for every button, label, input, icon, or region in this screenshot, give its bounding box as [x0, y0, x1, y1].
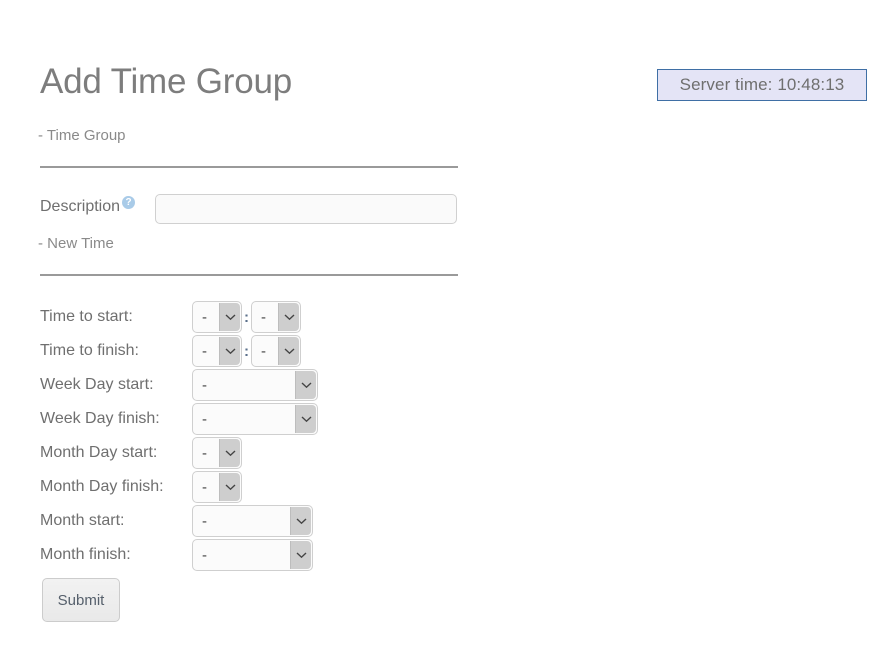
label-month-start: Month start:: [40, 512, 125, 529]
select-value: -: [202, 546, 207, 564]
form-row-time-to-finish: Time to finish: - : -: [40, 334, 318, 368]
select-value: -: [202, 342, 207, 360]
form-row-week-day-start: Week Day start: -: [40, 368, 318, 402]
select-month-day-start[interactable]: -: [192, 437, 242, 469]
label-week-day-finish: Week Day finish:: [40, 410, 160, 427]
select-month-day-finish[interactable]: -: [192, 471, 242, 503]
help-question-icon[interactable]: ?: [122, 196, 136, 209]
select-value: -: [202, 410, 207, 428]
select-week-day-start[interactable]: -: [192, 369, 318, 401]
select-value: -: [202, 444, 207, 462]
time-separator: :: [244, 308, 249, 326]
chevron-down-icon[interactable]: [219, 439, 240, 467]
label-month-finish: Month finish:: [40, 546, 131, 563]
select-month-finish[interactable]: -: [192, 539, 313, 571]
select-value: -: [261, 308, 266, 326]
month-start-controls: -: [192, 505, 313, 537]
month-day-start-controls: -: [192, 437, 242, 469]
server-time-badge: Server time: 10:48:13: [657, 69, 867, 101]
section-label-time-group: - Time Group: [38, 127, 126, 144]
chevron-down-icon[interactable]: [290, 541, 311, 569]
select-value: -: [202, 512, 207, 530]
time-to-finish-controls: - : -: [192, 335, 301, 367]
description-label: Description: [40, 198, 121, 215]
month-finish-controls: -: [192, 539, 313, 571]
form-row-month-start: Month start: -: [40, 504, 318, 538]
label-month-day-finish: Month Day finish:: [40, 478, 164, 495]
chevron-down-icon[interactable]: [295, 371, 316, 399]
time-separator: :: [244, 342, 249, 360]
form-row-month-finish: Month finish: -: [40, 538, 318, 572]
chevron-down-icon[interactable]: [290, 507, 311, 535]
week-day-start-controls: -: [192, 369, 318, 401]
select-week-day-finish[interactable]: -: [192, 403, 318, 435]
select-value: -: [202, 308, 207, 326]
section-divider-2: [40, 274, 458, 276]
select-time-to-finish-minute[interactable]: -: [251, 335, 301, 367]
select-value: -: [202, 376, 207, 394]
submit-button[interactable]: Submit: [42, 578, 120, 622]
form-row-month-day-finish: Month Day finish: -: [40, 470, 318, 504]
chevron-down-icon[interactable]: [278, 303, 299, 331]
month-day-finish-controls: -: [192, 471, 242, 503]
chevron-down-icon[interactable]: [278, 337, 299, 365]
chevron-down-icon[interactable]: [219, 303, 240, 331]
select-time-to-start-minute[interactable]: -: [251, 301, 301, 333]
chevron-down-icon[interactable]: [219, 473, 240, 501]
label-time-to-start: Time to start:: [40, 308, 133, 325]
time-to-start-controls: - : -: [192, 301, 301, 333]
section-divider-1: [40, 166, 458, 168]
form-row-week-day-finish: Week Day finish: -: [40, 402, 318, 436]
label-month-day-start: Month Day start:: [40, 444, 158, 461]
description-input[interactable]: [155, 194, 457, 224]
label-time-to-finish: Time to finish:: [40, 342, 139, 359]
select-month-start[interactable]: -: [192, 505, 313, 537]
form-row-time-to-start: Time to start: - : -: [40, 300, 318, 334]
time-group-form: Time to start: - : - Time to finish: -:…: [40, 300, 318, 572]
select-time-to-start-hour[interactable]: -: [192, 301, 242, 333]
week-day-finish-controls: -: [192, 403, 318, 435]
select-value: -: [202, 478, 207, 496]
form-row-month-day-start: Month Day start: -: [40, 436, 318, 470]
description-row: Description?: [40, 196, 136, 218]
section-label-new-time: - New Time: [38, 235, 114, 252]
select-time-to-finish-hour[interactable]: -: [192, 335, 242, 367]
chevron-down-icon[interactable]: [219, 337, 240, 365]
label-week-day-start: Week Day start:: [40, 376, 154, 393]
chevron-down-icon[interactable]: [295, 405, 316, 433]
page-title: Add Time Group: [40, 62, 293, 101]
select-value: -: [261, 342, 266, 360]
